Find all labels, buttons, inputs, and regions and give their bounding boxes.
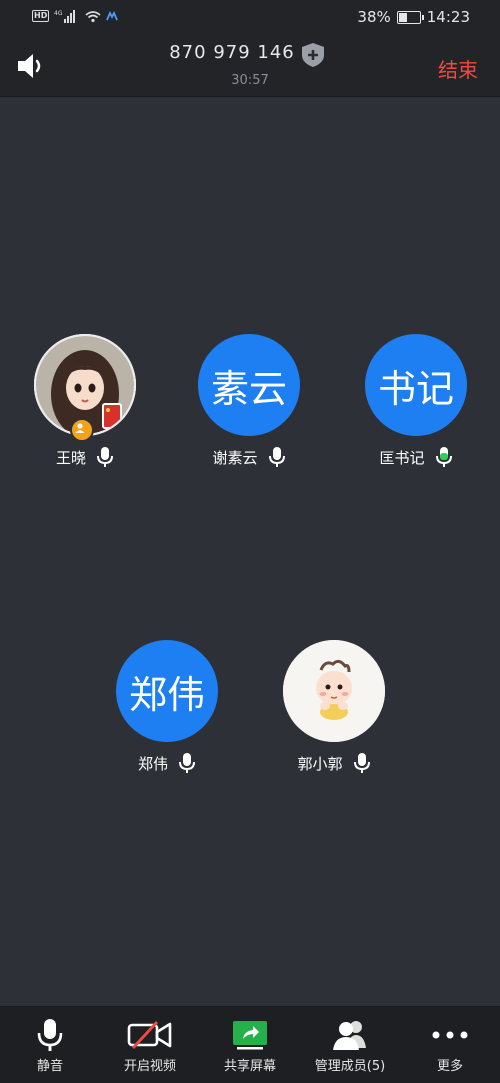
status-bar: HD 4G 38% 14:23: [0, 0, 500, 34]
members-icon: [333, 1021, 366, 1050]
app-notification-icon: [106, 11, 119, 21]
avatar-initials: 郑伟: [128, 672, 205, 717]
battery-percent: 38%: [357, 8, 391, 26]
battery-level-fill: [398, 12, 408, 22]
meeting-screen: HD 4G 38% 14:23 870 979 146 30:57 结束 王晓 …: [0, 0, 500, 1083]
participant-name: 谢素云: [212, 448, 258, 467]
participant-tile[interactable]: 书记 匡书记: [346, 334, 486, 468]
meeting-duration: 30:57: [231, 73, 269, 88]
host-badge-icon: [70, 418, 94, 442]
more-dots-icon: [432, 1031, 468, 1039]
avatar: 郑伟: [116, 640, 218, 742]
microphone-icon: [37, 1019, 63, 1051]
start-video-button[interactable]: 开启视频: [100, 1007, 200, 1083]
microphone-speaking-icon: [435, 447, 452, 467]
wifi-icon: [85, 10, 101, 22]
share-screen-icon: [233, 1021, 267, 1050]
participant-name: 匡书记: [379, 448, 425, 467]
avatar-initials: 素云: [210, 366, 287, 411]
baby-cartoon-avatar-icon: [283, 640, 385, 742]
participant-name: 郭小郭: [297, 754, 343, 773]
avatar: 素云: [198, 334, 300, 436]
share-screen-label: 共享屏幕: [223, 1059, 276, 1074]
avatar-initials: 书记: [377, 366, 454, 411]
manage-members-button[interactable]: 管理成员(5): [300, 1007, 400, 1083]
more-label: 更多: [436, 1059, 463, 1074]
meeting-id-text: 870 979 146: [169, 42, 295, 63]
clock: 14:23: [426, 8, 470, 26]
svg-text:4G: 4G: [54, 10, 63, 17]
participant-tile[interactable]: 素云 谢素云: [179, 334, 319, 468]
participant-tile[interactable]: 郑伟 郑伟: [97, 640, 237, 774]
participant-tile[interactable]: 王晓: [15, 334, 155, 468]
security-shield-icon[interactable]: [300, 42, 326, 68]
avatar: [34, 334, 136, 442]
microphone-icon: [353, 753, 370, 773]
meeting-header: 870 979 146 30:57 结束: [0, 34, 500, 97]
mute-label: 静音: [36, 1059, 63, 1074]
microphone-icon: [97, 447, 113, 467]
avatar: 书记: [365, 334, 467, 436]
participant-name: 郑伟: [137, 754, 168, 773]
meeting-toolbar: 静音 开启视频 共享屏幕 管理成员(5) 更多: [0, 1006, 500, 1083]
hd-icon: HD: [32, 10, 50, 22]
avatar: [283, 640, 385, 742]
mute-button[interactable]: 静音: [0, 1007, 100, 1083]
manage-members-label: 管理成员(5): [314, 1059, 386, 1074]
participant-name: 王晓: [55, 448, 86, 467]
participant-tile[interactable]: 郭小郭: [264, 640, 404, 774]
battery-icon: [396, 10, 424, 24]
microphone-icon: [179, 753, 195, 773]
microphone-icon: [268, 447, 285, 467]
start-video-label: 开启视频: [123, 1059, 176, 1074]
share-screen-button[interactable]: 共享屏幕: [200, 1007, 300, 1083]
video-off-icon: [127, 1021, 172, 1049]
meeting-id[interactable]: 870 979 146: [0, 42, 500, 63]
more-button[interactable]: 更多: [400, 1007, 500, 1083]
end-meeting-button[interactable]: 结束: [438, 54, 478, 83]
cellular-signal-icon: 4G: [54, 10, 76, 23]
